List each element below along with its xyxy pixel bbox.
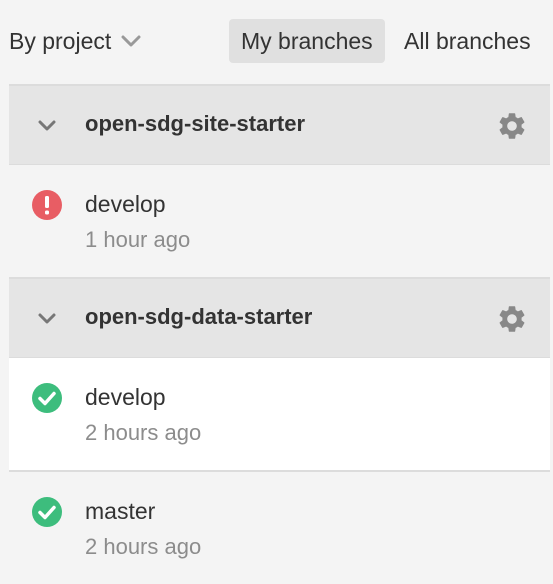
branch-timestamp: 2 hours ago <box>85 534 202 559</box>
branch-filter-bar: By project My branches All branches <box>0 0 553 84</box>
gear-icon[interactable] <box>496 303 528 335</box>
project-branch-list: open-sdg-site-starter develop 1 hour ago… <box>9 84 550 584</box>
group-by-label: By project <box>9 27 112 54</box>
branch-row[interactable]: develop 1 hour ago <box>9 165 550 279</box>
branch-row[interactable]: develop 2 hours ago <box>9 358 550 472</box>
success-check-icon <box>32 497 62 527</box>
branch-name: develop <box>85 191 166 217</box>
success-check-icon <box>32 383 62 413</box>
group-by-dropdown[interactable]: By project <box>9 26 143 56</box>
chevron-down-icon[interactable] <box>35 307 59 331</box>
project-header[interactable]: open-sdg-site-starter <box>9 86 550 165</box>
my-branches-button[interactable]: My branches <box>229 19 385 63</box>
project-name: open-sdg-data-starter <box>85 304 313 329</box>
branch-name: develop <box>85 384 166 410</box>
chevron-down-icon[interactable] <box>35 114 59 138</box>
branch-name: master <box>85 498 156 524</box>
project-header[interactable]: open-sdg-data-starter <box>9 279 550 358</box>
gear-icon[interactable] <box>496 110 528 142</box>
branch-row[interactable]: master 2 hours ago <box>9 472 550 584</box>
all-branches-button[interactable]: All branches <box>392 19 543 63</box>
branch-timestamp: 1 hour ago <box>85 227 191 252</box>
branch-timestamp: 2 hours ago <box>85 420 202 445</box>
project-name: open-sdg-site-starter <box>85 111 306 136</box>
chevron-down-icon <box>121 35 141 47</box>
error-icon <box>32 190 62 220</box>
